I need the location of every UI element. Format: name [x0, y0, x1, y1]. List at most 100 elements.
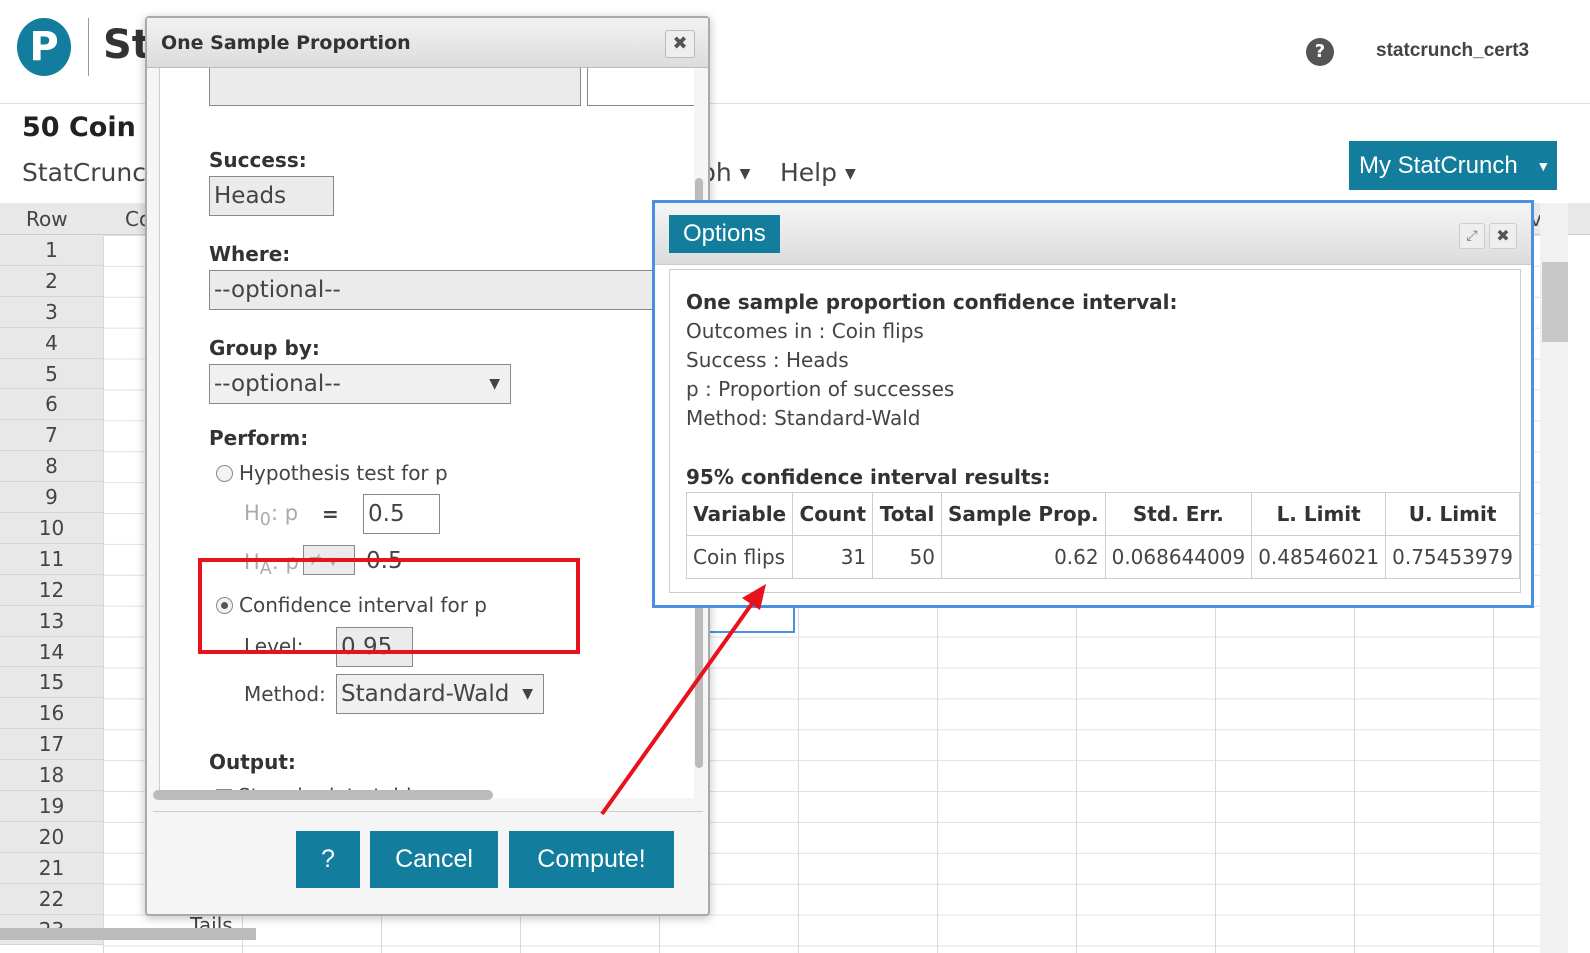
h0-letter: H: [244, 501, 260, 525]
table-cell: 0.48546021: [1251, 535, 1387, 579]
dialog-title[interactable]: One Sample Proportion: [147, 18, 708, 68]
dataset-title: 50 Coin F: [22, 112, 164, 143]
options-title-bar[interactable]: Options ⤢ ✖: [655, 203, 1531, 265]
expand-icon[interactable]: ⤢: [1459, 223, 1485, 249]
my-statcrunch-label: My StatCrunch: [1359, 152, 1518, 179]
method-select[interactable]: Standard-Wald ▼: [336, 674, 544, 714]
one-sample-proportion-dialog: One Sample Proportion ✖ Success: Heads W…: [145, 16, 710, 916]
pearson-logo[interactable]: P: [17, 18, 71, 76]
summary-list[interactable]: [587, 68, 694, 106]
output-label: Output:: [209, 750, 296, 774]
row-number[interactable]: 8: [0, 451, 103, 483]
vertical-scrollbar-thumb[interactable]: [1542, 262, 1568, 342]
where-label: Where:: [209, 242, 291, 266]
table-header: L. Limit: [1251, 492, 1387, 536]
table-cell: 31: [792, 535, 874, 579]
row-number[interactable]: 17: [0, 729, 103, 761]
method-value: Standard-Wald: [341, 681, 510, 707]
row-number[interactable]: 15: [0, 667, 103, 699]
row-number[interactable]: 6: [0, 389, 103, 421]
selected-cell[interactable]: [700, 604, 795, 633]
h0-sub: 0: [259, 510, 271, 531]
hypothesis-test-radio[interactable]: [216, 465, 233, 482]
results-table: Variable Count Total Sample Prop. Std. E…: [685, 492, 1520, 579]
menu-statcrunch[interactable]: StatCrunc: [22, 158, 146, 187]
row-number[interactable]: 20: [0, 822, 103, 853]
result-line: Method: Standard-Wald: [686, 406, 921, 430]
row-number[interactable]: 1: [0, 235, 103, 266]
table-cell: 0.75453979: [1385, 535, 1520, 579]
row-number[interactable]: 12: [0, 575, 103, 606]
table-header: Total: [872, 492, 942, 536]
row-number[interactable]: 13: [0, 606, 103, 637]
app-name: St: [103, 22, 151, 68]
options-menu-button[interactable]: Options: [669, 215, 780, 253]
method-label: Method:: [244, 682, 326, 706]
hypothesis-test-label: Hypothesis test for p: [239, 461, 448, 485]
dropdown-arrow-icon: ▼: [522, 686, 533, 702]
row-number[interactable]: 2: [0, 266, 103, 297]
result-line: p : Proportion of successes: [686, 377, 955, 401]
menu-statcrunch-label: StatCrunc: [22, 158, 146, 187]
row-number[interactable]: 18: [0, 760, 103, 792]
row-number[interactable]: 16: [0, 698, 103, 730]
result-line: Success : Heads: [686, 348, 849, 372]
h0-label: H0: p: [244, 501, 298, 530]
highlight-box: [198, 558, 580, 654]
dialog-body: Success: Heads Where: --optional-- Group…: [159, 68, 694, 798]
groupby-label: Group by:: [209, 336, 320, 360]
compute-button[interactable]: Compute!: [509, 831, 674, 888]
menu-help-label: Help: [780, 158, 837, 187]
row-number[interactable]: 19: [0, 791, 103, 822]
results-content: One sample proportion confidence interva…: [669, 269, 1521, 593]
table-cell: 50: [872, 535, 942, 579]
row-numbers: 1234567891011121314151617181920212223: [0, 235, 103, 946]
row-number[interactable]: 3: [0, 297, 103, 328]
row-number[interactable]: 11: [0, 544, 103, 575]
horizontal-scrollbar[interactable]: [0, 928, 256, 940]
dialog-help-button[interactable]: ?: [296, 831, 360, 888]
ci-results-heading: 95% confidence interval results:: [686, 465, 1051, 489]
close-icon[interactable]: ✖: [1489, 223, 1517, 249]
result-line: Outcomes in : Coin flips: [686, 319, 924, 343]
table-cell: Coin flips: [685, 535, 794, 579]
caret-down-icon: ▼: [1536, 158, 1551, 175]
hypothesis-test-option[interactable]: Hypothesis test for p: [216, 461, 448, 485]
results-heading: One sample proportion confidence interva…: [686, 290, 1178, 314]
row-number[interactable]: 7: [0, 420, 103, 452]
table-cell: 0.068644009: [1104, 535, 1253, 579]
row-number[interactable]: 9: [0, 482, 103, 514]
perform-label: Perform:: [209, 426, 309, 450]
h0-value-field[interactable]: 0.5: [363, 494, 440, 534]
row-number[interactable]: 5: [0, 359, 103, 390]
table-header: Std. Err.: [1104, 492, 1253, 536]
outcomes-list[interactable]: [209, 68, 581, 106]
h0-operator: =: [322, 502, 339, 526]
row-header: Row: [26, 207, 68, 231]
row-number[interactable]: 4: [0, 328, 103, 359]
dialog-horizontal-scrollbar[interactable]: [153, 790, 493, 800]
table-cell: 0.62: [940, 535, 1106, 579]
row-number[interactable]: 22: [0, 884, 103, 915]
where-field[interactable]: --optional--: [209, 270, 694, 310]
row-number[interactable]: 14: [0, 637, 103, 668]
table-header: Variable: [685, 492, 794, 536]
success-field[interactable]: Heads: [209, 176, 334, 216]
groupby-select[interactable]: --optional-- ▼: [209, 364, 511, 404]
menu-help[interactable]: Help ▼: [780, 158, 856, 187]
chevron-down-icon: ▼: [739, 166, 751, 182]
row-number[interactable]: 10: [0, 513, 103, 544]
table-header: Count: [792, 492, 874, 536]
row-number[interactable]: 21: [0, 853, 103, 884]
footer-divider: [153, 811, 703, 812]
username-link[interactable]: statcrunch_cert3: [1376, 40, 1529, 62]
table-header: Sample Prop.: [940, 492, 1106, 536]
cancel-button[interactable]: Cancel: [370, 831, 498, 888]
h0-suffix: : p: [270, 501, 299, 525]
chevron-down-icon: ▼: [844, 166, 856, 182]
logo-divider: [88, 18, 89, 76]
close-icon[interactable]: ✖: [665, 30, 695, 58]
my-statcrunch-button[interactable]: My StatCrunch ▼: [1349, 141, 1557, 190]
groupby-value: --optional--: [214, 371, 341, 397]
help-icon[interactable]: ?: [1306, 38, 1334, 66]
